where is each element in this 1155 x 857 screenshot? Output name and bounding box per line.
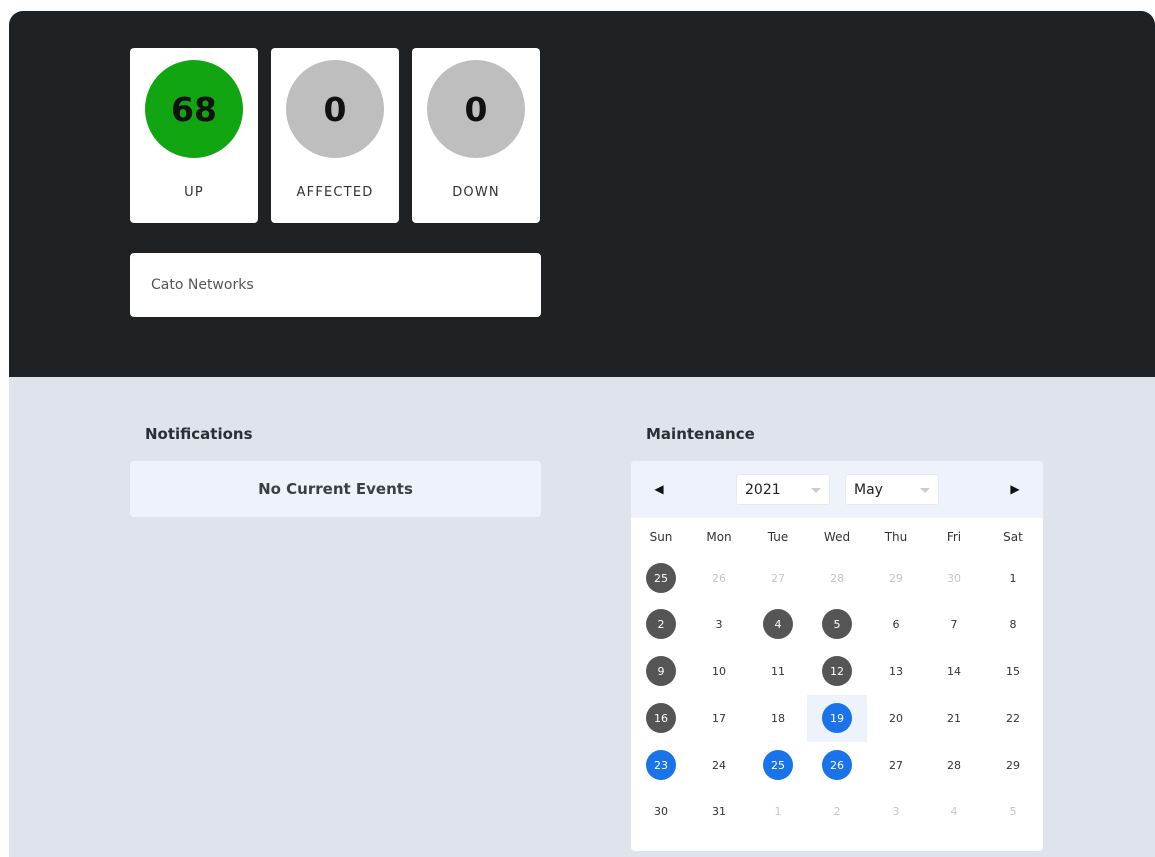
- next-month-button[interactable]: ▶: [1005, 479, 1025, 499]
- notifications-title: Notifications: [145, 425, 253, 443]
- calendar-day[interactable]: 15: [998, 656, 1028, 686]
- caret-left-icon: ◀: [654, 482, 664, 496]
- calendar-day[interactable]: 18: [763, 703, 793, 733]
- calendar-day[interactable]: 8: [998, 609, 1028, 639]
- maintenance-title: Maintenance: [646, 425, 755, 443]
- calendar-day[interactable]: 29: [881, 563, 911, 593]
- weekday-wed: Wed: [823, 530, 851, 544]
- year-value: 2021: [745, 482, 781, 498]
- prev-month-button[interactable]: ◀: [649, 479, 669, 499]
- calendar-day[interactable]: 6: [881, 609, 911, 639]
- calendar-day[interactable]: 25: [763, 750, 793, 780]
- down-label: DOWN: [452, 185, 500, 200]
- company-name-box: Cato Networks: [130, 253, 541, 317]
- weekday-sun: Sun: [649, 530, 673, 544]
- calendar-day[interactable]: 5: [822, 609, 852, 639]
- calendar-day[interactable]: 5: [998, 796, 1028, 826]
- up-count-circle: 68: [145, 60, 243, 158]
- calendar-day[interactable]: 21: [939, 703, 969, 733]
- down-count-circle: 0: [427, 60, 525, 158]
- calendar-day[interactable]: 28: [822, 563, 852, 593]
- affected-count-circle: 0: [286, 60, 384, 158]
- calendar-day[interactable]: 31: [704, 796, 734, 826]
- affected-label: AFFECTED: [296, 185, 374, 200]
- weekday-tue: Tue: [767, 530, 789, 544]
- calendar-day[interactable]: 24: [704, 750, 734, 780]
- calendar-day[interactable]: 26: [704, 563, 734, 593]
- calendar-day[interactable]: 7: [939, 609, 969, 639]
- up-label: UP: [184, 185, 204, 200]
- down-stat-card[interactable]: 0 DOWN: [412, 48, 540, 223]
- notifications-panel: No Current Events: [130, 461, 541, 517]
- calendar-day[interactable]: 19: [822, 703, 852, 733]
- calendar-day[interactable]: 13: [881, 656, 911, 686]
- month-dropdown-icon: [920, 488, 930, 493]
- calendar-day[interactable]: 30: [939, 563, 969, 593]
- weekday-fri: Fri: [946, 530, 962, 544]
- calendar-day[interactable]: 17: [704, 703, 734, 733]
- caret-right-icon: ▶: [1010, 482, 1020, 496]
- calendar-day[interactable]: 22: [998, 703, 1028, 733]
- weekday-sat: Sat: [1003, 530, 1023, 544]
- calendar-day[interactable]: 4: [763, 609, 793, 639]
- calendar-day[interactable]: 26: [822, 750, 852, 780]
- calendar-header: ◀ 2021 May ▶: [631, 461, 1043, 518]
- calendar-day[interactable]: 23: [646, 750, 676, 780]
- calendar-day[interactable]: 1: [998, 563, 1028, 593]
- maintenance-calendar: ◀ 2021 May ▶ Sun Mon Tue Wed Thu Fri Sat 25 26 27…: [631, 461, 1043, 851]
- calendar-day[interactable]: 4: [939, 796, 969, 826]
- up-stat-card[interactable]: 68 UP: [130, 48, 258, 223]
- calendar-day[interactable]: 3: [704, 609, 734, 639]
- calendar-day[interactable]: 3: [881, 796, 911, 826]
- calendar-day[interactable]: 25: [646, 563, 676, 593]
- calendar-day[interactable]: 12: [822, 656, 852, 686]
- calendar-day[interactable]: 2: [646, 609, 676, 639]
- calendar-day[interactable]: 9: [646, 656, 676, 686]
- calendar-day[interactable]: 14: [939, 656, 969, 686]
- company-name: Cato Networks: [151, 277, 254, 293]
- affected-stat-card[interactable]: 0 AFFECTED: [271, 48, 399, 223]
- status-page: 68 UP 0 AFFECTED 0 DOWN Cato Networks No…: [9, 11, 1155, 857]
- month-select[interactable]: May: [845, 474, 939, 505]
- calendar-day[interactable]: 16: [646, 703, 676, 733]
- year-select[interactable]: 2021: [736, 474, 830, 505]
- calendar-day[interactable]: 27: [881, 750, 911, 780]
- calendar-day[interactable]: 28: [939, 750, 969, 780]
- calendar-day[interactable]: 29: [998, 750, 1028, 780]
- calendar-day[interactable]: 20: [881, 703, 911, 733]
- calendar-day[interactable]: 10: [704, 656, 734, 686]
- calendar-day[interactable]: 11: [763, 656, 793, 686]
- calendar-day[interactable]: 2: [822, 796, 852, 826]
- calendar-day[interactable]: 1: [763, 796, 793, 826]
- year-dropdown-icon: [811, 488, 821, 493]
- calendar-day[interactable]: 27: [763, 563, 793, 593]
- weekday-thu: Thu: [884, 530, 908, 544]
- status-summary-header: 68 UP 0 AFFECTED 0 DOWN Cato Networks: [9, 11, 1155, 377]
- no-events-text: No Current Events: [258, 480, 413, 498]
- month-value: May: [854, 482, 883, 498]
- weekday-mon: Mon: [706, 530, 732, 544]
- calendar-day[interactable]: 30: [646, 796, 676, 826]
